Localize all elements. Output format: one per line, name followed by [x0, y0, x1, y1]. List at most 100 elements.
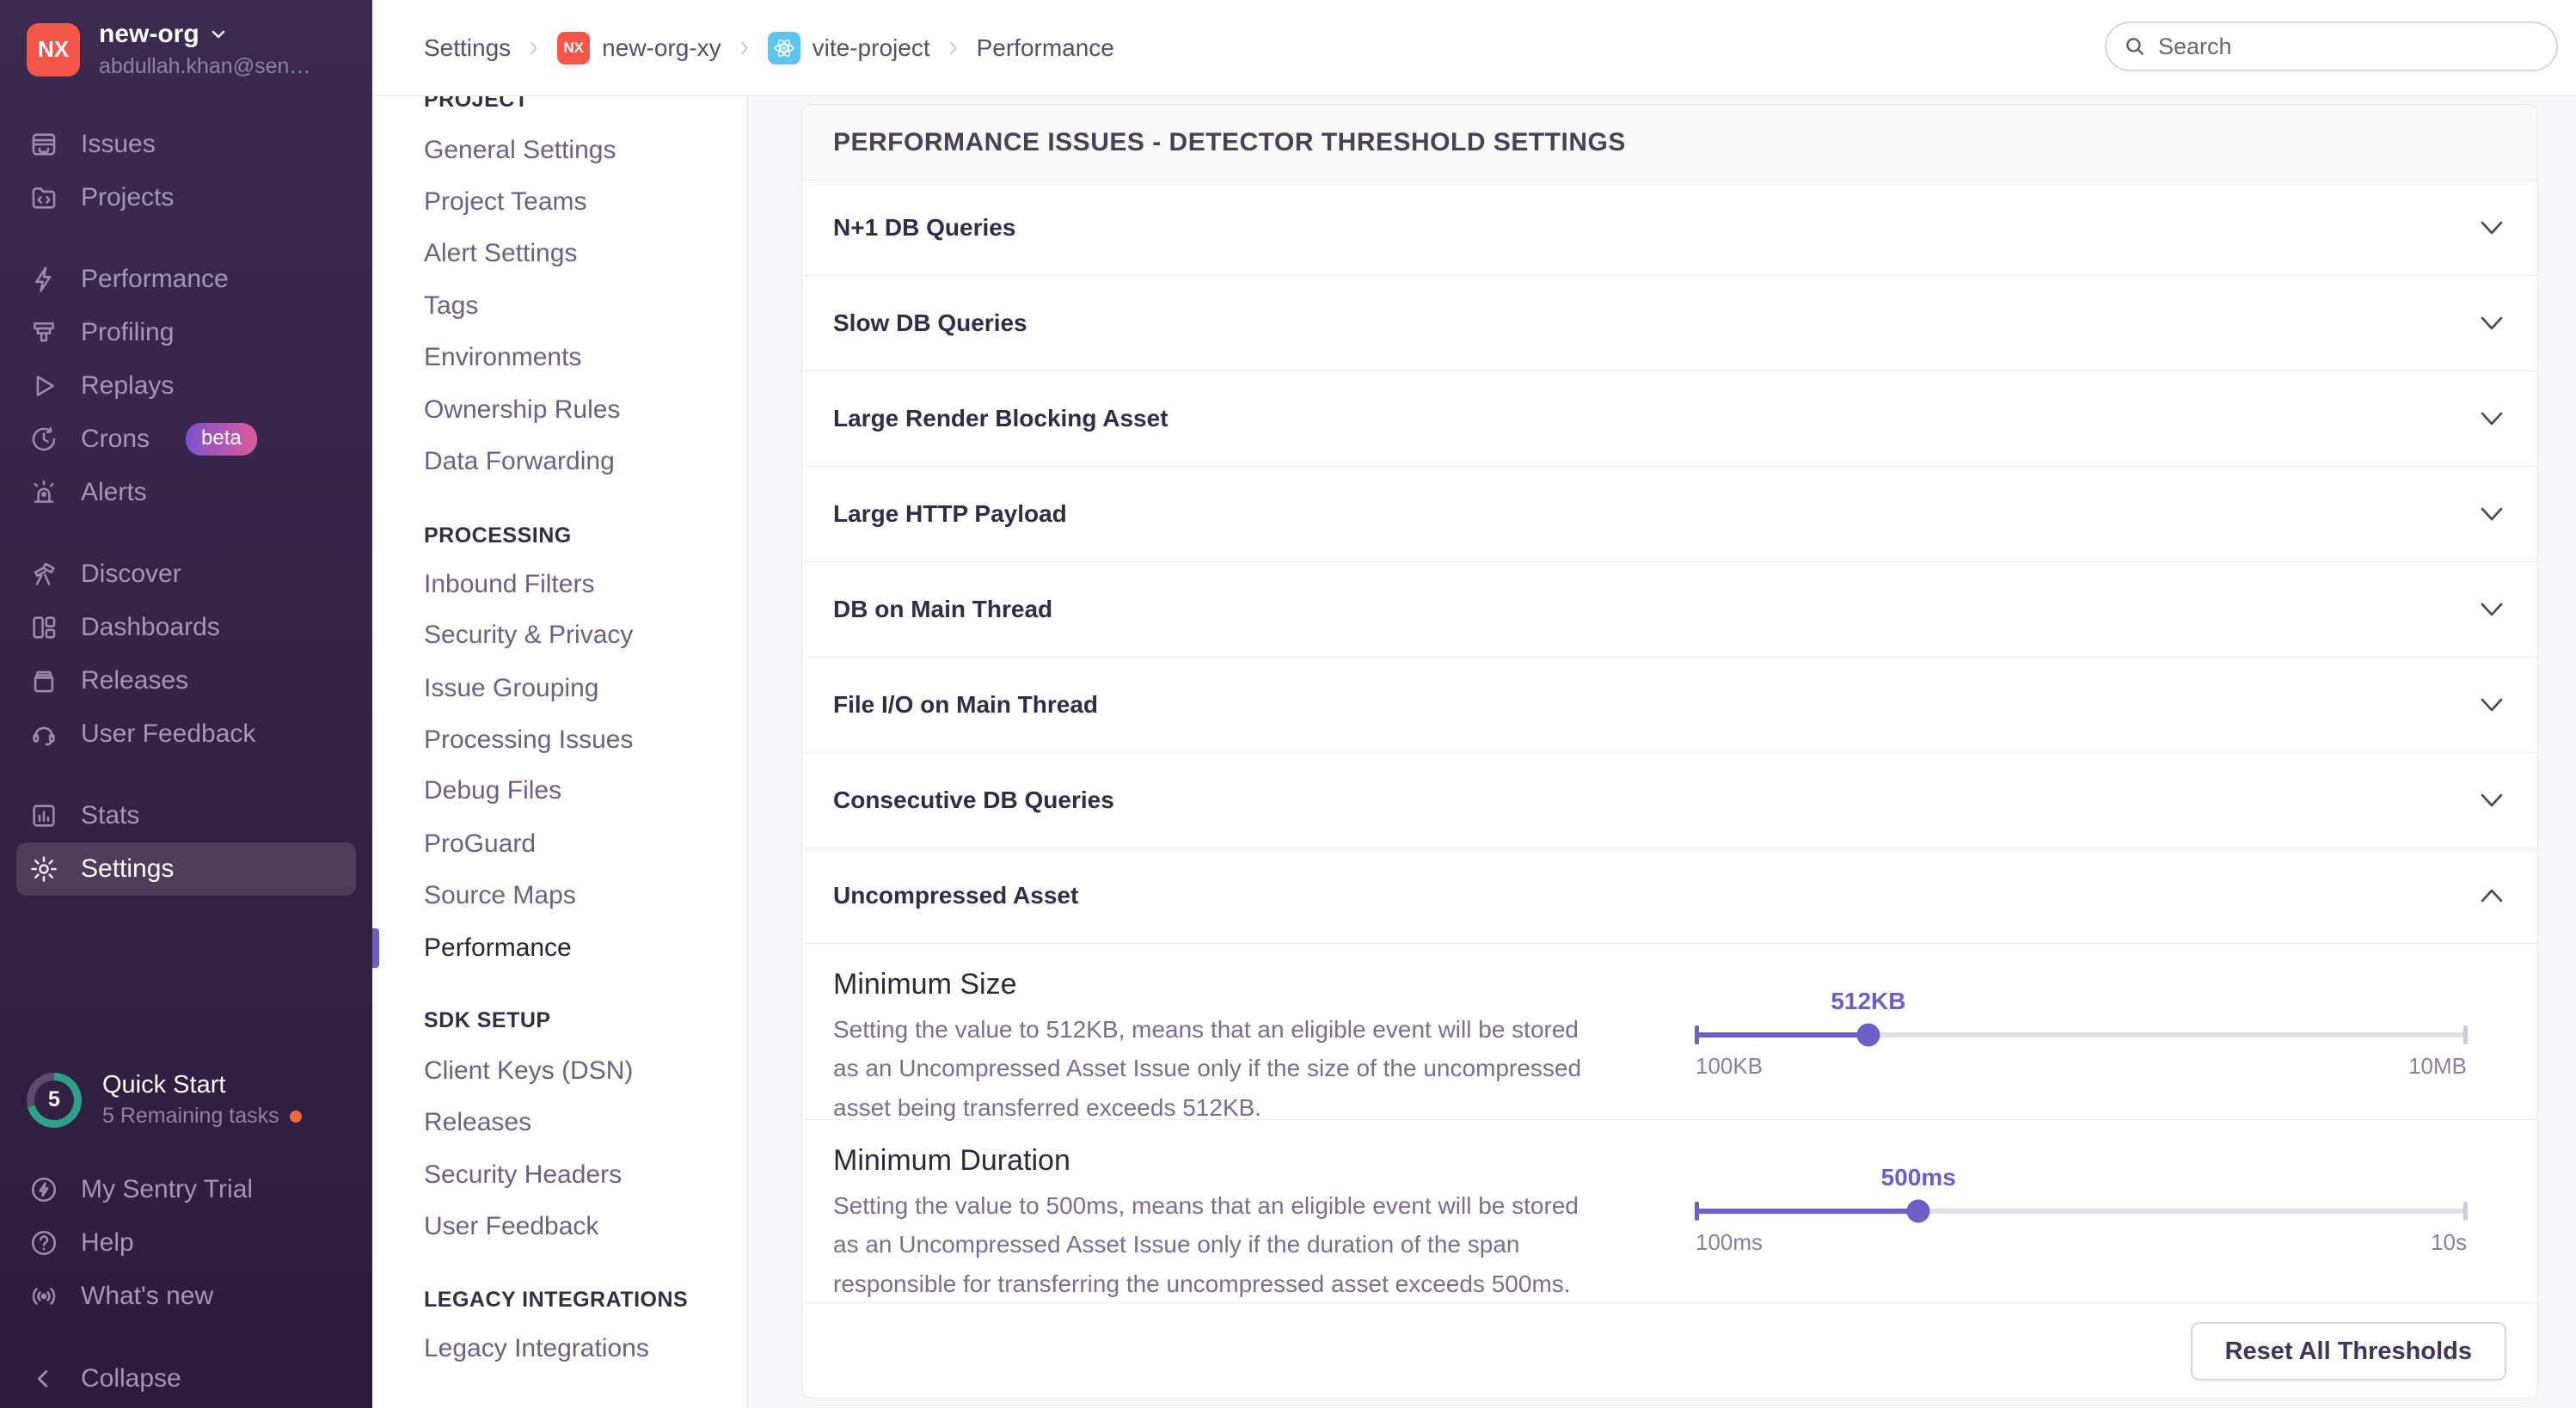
subnav-item-inbound-filters[interactable]: Inbound Filters: [424, 570, 594, 599]
sidebar-item-help[interactable]: Help: [0, 1216, 372, 1270]
accordion-row-uncompressed-asset[interactable]: Uncompressed Asset: [802, 848, 2537, 944]
sidebar-item-label: Help: [81, 1228, 134, 1258]
subnav-item-legacy-integrations[interactable]: Legacy Integrations: [424, 1334, 649, 1363]
sidebar-item-settings[interactable]: Settings: [16, 842, 356, 896]
sidebar-item-profiling[interactable]: Profiling: [0, 306, 372, 359]
search-input[interactable]: [2156, 33, 2539, 61]
org-name: new-org: [99, 20, 199, 49]
setting-minimum-size: Minimum Size Setting the value to 512KB,…: [802, 944, 2537, 1120]
subnav-section-sdk-setup: SDK SETUP: [424, 1008, 551, 1033]
sidebar-nav: Issues Projects Performance Profiling Re…: [0, 118, 372, 896]
clock-history-icon: [29, 425, 58, 454]
card-header: PERFORMANCE ISSUES - DETECTOR THRESHOLD …: [802, 105, 2537, 181]
sidebar-item-crons[interactable]: Crons beta: [0, 413, 372, 466]
subnav-item-security-headers[interactable]: Security Headers: [424, 1160, 622, 1190]
sidebar-item-label: Settings: [81, 854, 174, 884]
subnav-item-releases[interactable]: Releases: [424, 1108, 531, 1137]
subnav-item-debug-files[interactable]: Debug Files: [424, 776, 561, 805]
chevron-down-icon: [2477, 505, 2506, 523]
slider-min-label: 100KB: [1696, 1053, 1763, 1080]
subnav-item-ownership-rules[interactable]: Ownership Rules: [424, 395, 620, 425]
sidebar-item-my-sentry-trial[interactable]: My Sentry Trial: [0, 1163, 372, 1216]
sidebar-item-dashboards[interactable]: Dashboards: [0, 601, 372, 654]
chevron-down-icon: [2477, 218, 2506, 237]
projects-icon: [29, 183, 58, 212]
subnav-section-processing: PROCESSING: [424, 523, 572, 548]
chevron-down-icon: [2477, 314, 2506, 333]
subnav-item-tags[interactable]: Tags: [424, 291, 478, 321]
chevron-right-icon: [524, 39, 543, 58]
breadcrumb: Settings NX new-org-xy vite-project Perf…: [372, 32, 1114, 64]
main-content: PERFORMANCE ISSUES - DETECTOR THRESHOLD …: [748, 96, 2576, 1408]
subnav-item-project-teams[interactable]: Project Teams: [424, 187, 587, 217]
subnav-item-environments[interactable]: Environments: [424, 343, 581, 372]
slider-max-label: 10s: [2431, 1229, 2467, 1256]
card-title: PERFORMANCE ISSUES - DETECTOR THRESHOLD …: [833, 128, 1626, 157]
subnav-item-user-feedback[interactable]: User Feedback: [424, 1212, 598, 1241]
breadcrumb-settings[interactable]: Settings: [424, 34, 511, 62]
issues-icon: [29, 130, 58, 159]
settings-subnav: PROJECT General Settings Project Teams A…: [372, 0, 748, 1408]
lightning-icon: [29, 265, 58, 294]
breadcrumb-page: Performance: [977, 34, 1114, 62]
sidebar-item-whats-new[interactable]: What's new: [0, 1270, 372, 1323]
telescope-icon: [29, 560, 58, 589]
subnav-item-data-forwarding[interactable]: Data Forwarding: [424, 447, 615, 476]
chevron-down-icon: [208, 24, 229, 45]
slider-thumb[interactable]: [1907, 1200, 1930, 1223]
org-avatar: NX: [27, 23, 80, 77]
sidebar-item-issues[interactable]: Issues: [0, 118, 372, 171]
subnav-item-processing-issues[interactable]: Processing Issues: [424, 725, 633, 755]
accordion-row-large-render-blocking-asset[interactable]: Large Render Blocking Asset: [802, 371, 2537, 467]
sidebar-item-replays[interactable]: Replays: [0, 359, 372, 413]
sidebar-item-alerts[interactable]: Alerts: [0, 466, 372, 519]
quick-start[interactable]: 5 Quick Start 5 Remaining tasks: [27, 1071, 302, 1129]
subnav-item-issue-grouping[interactable]: Issue Grouping: [424, 674, 598, 703]
reset-all-thresholds-button[interactable]: Reset All Thresholds: [2191, 1322, 2506, 1380]
minimum-size-slider[interactable]: 512KB 100KB 10MB: [1696, 1032, 2467, 1038]
sidebar-item-label: Discover: [81, 560, 181, 589]
subnav-item-general-settings[interactable]: General Settings: [424, 136, 616, 165]
sidebar-item-performance[interactable]: Performance: [0, 253, 372, 306]
org-chip: NX: [557, 32, 590, 64]
sidebar-item-releases[interactable]: Releases: [0, 654, 372, 707]
sidebar-item-label: Crons: [81, 425, 150, 454]
sidebar-item-stats[interactable]: Stats: [0, 789, 372, 842]
setting-description: Setting the value to 512KB, means that a…: [833, 1010, 1590, 1127]
chevron-left-icon: [29, 1364, 58, 1393]
sidebar-item-label: Alerts: [81, 478, 147, 507]
subnav-item-performance[interactable]: Performance: [424, 934, 572, 963]
org-switcher[interactable]: NX new-org abdullah.khan@sen…: [27, 20, 310, 79]
sidebar-item-label: Replays: [81, 371, 174, 401]
trial-bolt-circle-icon: [29, 1175, 58, 1204]
quick-start-title: Quick Start: [102, 1071, 302, 1099]
sidebar-collapse-button[interactable]: Collapse: [0, 1352, 372, 1405]
search-box: [2105, 21, 2558, 71]
accordion-row-consecutive-db-queries[interactable]: Consecutive DB Queries: [802, 753, 2537, 848]
subnav-item-client-keys[interactable]: Client Keys (DSN): [424, 1056, 633, 1086]
subnav-item-security-privacy[interactable]: Security & Privacy: [424, 621, 633, 650]
quick-start-progress-ring: 5: [27, 1073, 82, 1128]
accordion-row-n1-db-queries[interactable]: N+1 DB Queries: [802, 181, 2537, 276]
subnav-item-source-maps[interactable]: Source Maps: [424, 881, 576, 910]
sidebar-item-label: Releases: [81, 666, 188, 695]
breadcrumb-project[interactable]: vite-project: [768, 32, 930, 64]
accordion-row-slow-db-queries[interactable]: Slow DB Queries: [802, 276, 2537, 371]
quick-start-subtitle: 5 Remaining tasks: [102, 1104, 279, 1129]
accordion-row-file-io-on-main-thread[interactable]: File I/O on Main Thread: [802, 658, 2537, 753]
breadcrumb-org[interactable]: NX new-org-xy: [557, 32, 721, 64]
accordion-row-db-on-main-thread[interactable]: DB on Main Thread: [802, 562, 2537, 658]
minimum-duration-slider[interactable]: 500ms 100ms 10s: [1696, 1209, 2467, 1214]
accordion-row-large-http-payload[interactable]: Large HTTP Payload: [802, 467, 2537, 562]
sidebar-item-user-feedback[interactable]: User Feedback: [0, 707, 372, 761]
active-item-indicator: [372, 928, 379, 968]
subnav-item-proguard[interactable]: ProGuard: [424, 829, 536, 859]
sidebar-item-label: Dashboards: [81, 613, 220, 642]
sidebar-item-projects[interactable]: Projects: [0, 171, 372, 224]
sidebar-item-label: Issues: [81, 130, 156, 159]
sidebar-item-label: What's new: [81, 1282, 213, 1311]
sidebar-item-label: Performance: [81, 265, 229, 294]
sidebar-item-discover[interactable]: Discover: [0, 548, 372, 601]
subnav-item-alert-settings[interactable]: Alert Settings: [424, 239, 577, 268]
slider-thumb[interactable]: [1856, 1024, 1880, 1047]
